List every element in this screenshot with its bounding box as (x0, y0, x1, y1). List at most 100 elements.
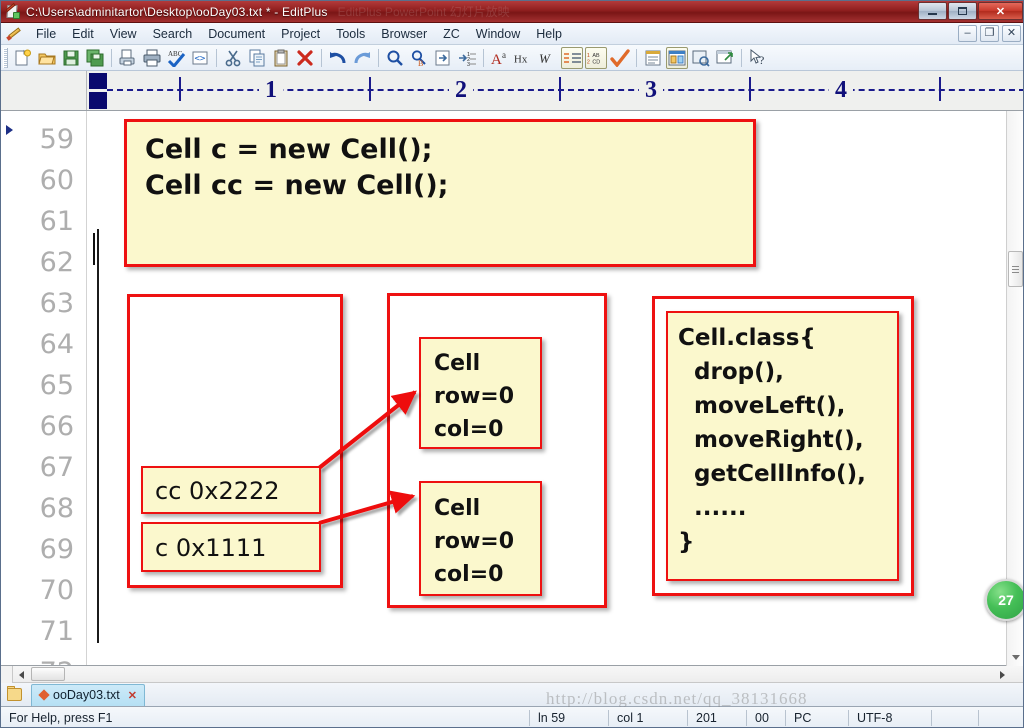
preview-icon[interactable] (690, 47, 712, 69)
horizontal-scrollbar-thumb[interactable] (31, 667, 65, 681)
print-preview-icon[interactable] (117, 47, 139, 69)
toolbar: ABC <> B 1 2 3 A a Hx W 1 AB 2 CD ? (1, 45, 1023, 71)
ruler-tick (939, 77, 941, 101)
heap-object-1-box: Cell row=0 col=0 (419, 337, 542, 449)
toolbar-separator (321, 48, 322, 67)
svg-text:1: 1 (587, 53, 590, 59)
status-encoding: UTF-8 (857, 711, 893, 725)
paste-icon[interactable] (270, 47, 292, 69)
toolbar-grip[interactable] (3, 47, 8, 68)
print-icon[interactable] (141, 47, 163, 69)
redo-icon[interactable] (351, 47, 373, 69)
ruler-tick (749, 77, 751, 101)
column-mode-icon[interactable]: 1 AB 2 CD (585, 46, 607, 69)
menu-item-zc[interactable]: ZC (435, 25, 468, 43)
doc-close-button[interactable]: ✕ (1002, 25, 1021, 42)
font-icon[interactable]: Aa (489, 47, 511, 69)
ruler-tick (369, 77, 371, 101)
heap-object-2-text: Cell row=0 col=0 (434, 496, 515, 587)
vertical-scrollbar-thumb[interactable] (1008, 251, 1023, 287)
scroll-right-arrow-icon[interactable] (996, 668, 1009, 681)
ruler-number-3: 3 (639, 73, 663, 107)
status-bar: For Help, press F1 ln 59 col 1 201 00 PC… (1, 707, 1023, 727)
undo-icon[interactable] (327, 47, 349, 69)
doc-minimize-button[interactable]: – (958, 25, 977, 42)
svg-text:a: a (502, 50, 506, 60)
check-icon[interactable] (609, 47, 631, 69)
menu-item-edit[interactable]: Edit (64, 25, 102, 43)
menu-item-browser[interactable]: Browser (373, 25, 435, 43)
editor-area[interactable]: 59 60 61 62 63 64 65 66 67 68 69 70 71 7… (1, 111, 1023, 666)
menu-item-document[interactable]: Document (200, 25, 273, 43)
title-ghost-text: EditPlus PowerPoint 幻灯片放映 (337, 5, 510, 19)
menu-item-search[interactable]: Search (145, 25, 201, 43)
ruler-number-1: 1 (259, 73, 283, 107)
heap-object-1-text: Cell row=0 col=0 (434, 351, 515, 442)
scrollbar-corner (1, 666, 13, 683)
stack-var-c-box: c 0x1111 (141, 522, 321, 572)
notification-badge[interactable]: 27 (985, 579, 1023, 621)
toolbar-separator (636, 48, 637, 67)
tab-close-icon[interactable]: ✕ (128, 689, 137, 702)
delete-icon[interactable] (294, 47, 316, 69)
modified-indicator-icon (38, 689, 50, 701)
browser-icon[interactable] (714, 47, 736, 69)
svg-text:AB: AB (592, 53, 600, 59)
toolbar-separator (483, 48, 484, 67)
goto-icon[interactable] (432, 47, 454, 69)
stack-var-c-label: c 0x1111 (155, 534, 267, 562)
menu-item-project[interactable]: Project (273, 25, 328, 43)
menu-item-file[interactable]: File (28, 25, 64, 43)
doc-restore-button[interactable]: ❐ (980, 25, 999, 42)
heap-object-2-box: Cell row=0 col=0 (419, 481, 542, 596)
scroll-down-arrow-icon[interactable] (1009, 651, 1022, 664)
app-icon (5, 2, 21, 20)
menu-item-view[interactable]: View (102, 25, 145, 43)
directory-window-icon[interactable] (666, 46, 688, 69)
indent-icon[interactable] (561, 46, 583, 69)
status-line: ln 59 (538, 711, 566, 725)
menu-item-window[interactable]: Window (468, 25, 528, 43)
line-numbers-icon[interactable]: 123 (456, 47, 478, 69)
ruler-cursor-marker (89, 73, 107, 109)
toolbar-separator (216, 48, 217, 67)
copy-icon[interactable] (246, 47, 268, 69)
document-list-icon[interactable] (642, 47, 664, 69)
html-tag-icon[interactable]: <> (189, 47, 211, 69)
ruler: 1 2 3 4 (1, 71, 1023, 111)
hex-icon[interactable]: Hx (513, 47, 535, 69)
menu-item-help[interactable]: Help (528, 25, 570, 43)
window-maximize-button[interactable] (948, 2, 977, 20)
find-icon[interactable] (384, 47, 406, 69)
folder-icon[interactable] (5, 685, 27, 704)
tab-ooday03-txt[interactable]: ooDay03.txt ✕ (31, 683, 145, 706)
stack-var-cc-box: cc 0x2222 (141, 466, 321, 514)
help-pointer-icon[interactable]: ? (747, 47, 769, 69)
new-file-icon[interactable] (12, 47, 34, 69)
ruler-number-4: 4 (829, 73, 853, 107)
horizontal-scrollbar[interactable] (1, 666, 1023, 683)
cut-icon[interactable] (222, 47, 244, 69)
status-spare-1 (932, 707, 978, 727)
toolbar-separator (378, 48, 379, 67)
window-close-button[interactable]: ✕ (978, 2, 1023, 20)
spellcheck-icon[interactable]: ABC (165, 47, 187, 69)
svg-text:CD: CD (592, 59, 600, 65)
diagram-overlay: Cell c = new Cell(); Cell cc = new Cell(… (1, 111, 1023, 665)
status-platform: PC (794, 711, 812, 725)
notification-badge-count: 27 (998, 592, 1014, 608)
document-window-controls: – ❐ ✕ (958, 25, 1021, 42)
svg-text:Hx: Hx (514, 53, 528, 65)
scroll-left-arrow-icon[interactable] (15, 668, 28, 681)
editplus-window: C:\Users\adminitartor\Desktop\ooDay03.tx… (0, 0, 1024, 728)
word-wrap-icon[interactable]: W (537, 47, 559, 69)
window-minimize-button[interactable] (918, 2, 947, 20)
svg-text:?: ? (759, 53, 764, 67)
toolbar-separator (111, 48, 112, 67)
open-folder-icon[interactable] (36, 47, 58, 69)
save-icon[interactable] (60, 47, 82, 69)
tab-bar: ooDay03.txt ✕ (1, 683, 1023, 707)
menu-item-tools[interactable]: Tools (328, 25, 373, 43)
save-all-icon[interactable] (84, 47, 106, 69)
replace-icon[interactable]: B (408, 47, 430, 69)
